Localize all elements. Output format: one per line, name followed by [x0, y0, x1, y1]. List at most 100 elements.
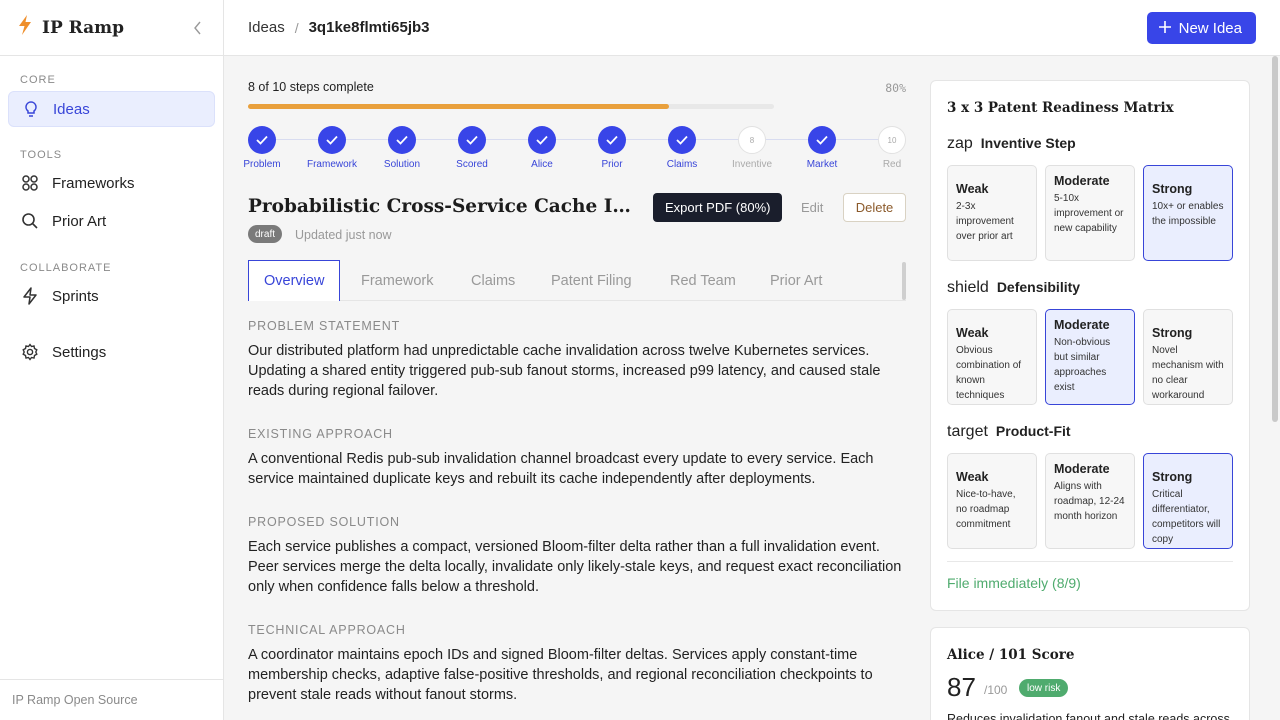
risk-badge: low risk	[1019, 679, 1069, 697]
check-icon	[598, 126, 626, 154]
step-label: Claims	[666, 159, 698, 170]
sidebar-item-ideas[interactable]: Ideas	[8, 91, 215, 127]
grid-icon	[20, 173, 40, 193]
new-idea-label: New Idea	[1178, 19, 1242, 37]
option-description: 2-3x improvement over prior art	[956, 201, 1014, 242]
section-heading-technical: TECHNICAL APPROACH	[248, 623, 406, 637]
matrix-option-weak[interactable]: Weak Obvious combination of known techniq…	[947, 309, 1037, 405]
breadcrumb-ideas[interactable]: Ideas	[248, 19, 285, 36]
sidebar-item-label: Prior Art	[52, 212, 107, 230]
step-number: 8	[738, 126, 766, 154]
step-framework[interactable]: Framework	[297, 126, 367, 170]
step-inventive[interactable]: 8 Inventive	[717, 126, 787, 170]
tab-prior-art[interactable]: Prior Art	[770, 260, 822, 301]
tab-claims[interactable]: Claims	[471, 260, 515, 301]
step-label: Problem	[243, 159, 281, 170]
brand-name: IP Ramp	[42, 17, 125, 38]
option-description: Non-obvious but similar approaches exist	[1054, 337, 1111, 393]
zap-icon: zap	[947, 135, 973, 152]
step-label: Prior	[601, 159, 623, 170]
alice-description: Reduces invalidation fanout and stale re…	[947, 712, 1230, 720]
tab-red-team[interactable]: Red Team	[670, 260, 736, 301]
plus-icon	[1158, 20, 1171, 37]
criterion-name: Inventive Step	[980, 135, 1076, 151]
sidebar-item-prior-art[interactable]: Prior Art	[8, 203, 215, 239]
page-scrollbar[interactable]	[1272, 56, 1278, 422]
criterion-defensibility: shield Defensibility	[947, 279, 1080, 297]
matrix-option-weak[interactable]: Weak 2-3x improvement over prior art	[947, 165, 1037, 261]
step-claims[interactable]: Claims	[647, 126, 717, 170]
step-label: Scored	[456, 159, 488, 170]
criterion-name: Defensibility	[996, 279, 1081, 295]
step-solution[interactable]: Solution	[367, 126, 437, 170]
check-icon	[248, 126, 276, 154]
alice-score: 87	[947, 672, 976, 702]
matrix-option-strong[interactable]: Strong 10x+ or enables the impossible	[1143, 165, 1233, 261]
section-body-problem: Our distributed platform had unpredictab…	[248, 343, 881, 399]
option-title: Weak	[956, 326, 989, 340]
matrix-verdict: File immediately (8/9)	[947, 575, 1081, 591]
tab-framework[interactable]: Framework	[361, 260, 434, 301]
target-icon: target	[947, 423, 988, 440]
option-title: Moderate	[1054, 462, 1110, 476]
sidebar-item-label: Frameworks	[52, 174, 135, 192]
main-content: 8 of 10 steps complete 80% Problem Framew…	[243, 56, 906, 720]
option-description: 5-10x improvement or new capability	[1054, 193, 1124, 234]
alice-score-denominator: /100	[984, 683, 1008, 697]
tab-patent-filing[interactable]: Patent Filing	[551, 260, 632, 301]
check-icon	[808, 126, 836, 154]
sidebar-item-label: Ideas	[53, 100, 90, 118]
step-label: Inventive	[731, 159, 773, 170]
matrix-option-strong[interactable]: Strong Critical differentiator, competito…	[1143, 453, 1233, 549]
tab-bar: Overview Framework Claims Patent Filing …	[248, 260, 906, 301]
idea-title: Probabilistic Cross-Service Cache Invali…	[248, 196, 638, 217]
criterion-inventive-step: zap Inventive Step	[947, 135, 1076, 153]
section-body-technical: A coordinator maintains epoch IDs and si…	[248, 647, 873, 703]
step-label: Solution	[383, 159, 421, 170]
step-market[interactable]: Market	[787, 126, 857, 170]
alice-score-panel: Alice / 101 Score 87 /100 low risk Reduc…	[930, 627, 1250, 720]
section-heading-proposed: PROPOSED SOLUTION	[248, 515, 400, 529]
option-title: Moderate	[1054, 318, 1110, 332]
step-prior[interactable]: Prior	[577, 126, 647, 170]
progress-fill	[248, 104, 669, 109]
step-alice[interactable]: Alice	[507, 126, 577, 170]
option-title: Strong	[1152, 182, 1193, 196]
sidebar-item-settings[interactable]: Settings	[8, 334, 215, 370]
status-badge: draft	[248, 225, 283, 243]
step-label: Framework	[306, 159, 357, 170]
export-pdf-button[interactable]: Export PDF (80%)	[653, 193, 783, 222]
step-scored[interactable]: Scored	[437, 126, 507, 170]
matrix-option-moderate[interactable]: Moderate Aligns with roadmap, 12-24 month…	[1045, 453, 1135, 549]
new-idea-button[interactable]: New Idea	[1146, 12, 1256, 44]
criterion-product-fit: target Product-Fit	[947, 423, 1071, 441]
section-heading-existing: EXISTING APPROACH	[248, 427, 393, 441]
readiness-matrix-panel: 3 x 3 Patent Readiness Matrix zap Inventi…	[930, 80, 1250, 611]
check-icon	[388, 126, 416, 154]
sidebar-footer: IP Ramp Open Source	[0, 679, 223, 720]
lightbulb-icon	[21, 99, 41, 119]
matrix-divider	[947, 561, 1233, 562]
tabs-scrollbar[interactable]	[902, 262, 906, 300]
sidebar-item-frameworks[interactable]: Frameworks	[8, 165, 215, 201]
step-red[interactable]: 10 Red	[857, 126, 927, 170]
step-number: 10	[878, 126, 906, 154]
criterion-name: Product-Fit	[995, 423, 1071, 439]
matrix-option-moderate[interactable]: Moderate 5-10x improvement or new capabil…	[1045, 165, 1135, 261]
option-description: Critical differentiator, competitors wil…	[1152, 489, 1221, 545]
sidebar-item-sprints[interactable]: Sprints	[8, 278, 215, 314]
step-problem[interactable]: Problem	[227, 126, 297, 170]
matrix-option-strong[interactable]: Strong Novel mechanism with no clear work…	[1143, 309, 1233, 405]
edit-button[interactable]: Edit	[801, 200, 823, 215]
matrix-option-weak[interactable]: Weak Nice-to-have, no roadmap commitment	[947, 453, 1037, 549]
step-label: Alice	[531, 159, 553, 170]
tab-overview[interactable]: Overview	[248, 260, 341, 301]
collapse-sidebar-icon[interactable]	[193, 21, 203, 40]
delete-button[interactable]: Delete	[843, 193, 906, 222]
option-description: Obvious combination of known techniques	[956, 345, 1022, 401]
matrix-title: 3 x 3 Patent Readiness Matrix	[947, 100, 1174, 116]
matrix-option-moderate[interactable]: Moderate Non-obvious but similar approach…	[1045, 309, 1135, 405]
progress-text: 8 of 10 steps complete	[248, 80, 374, 94]
option-description: Novel mechanism with no clear workaround	[1152, 345, 1224, 401]
check-icon	[458, 126, 486, 154]
